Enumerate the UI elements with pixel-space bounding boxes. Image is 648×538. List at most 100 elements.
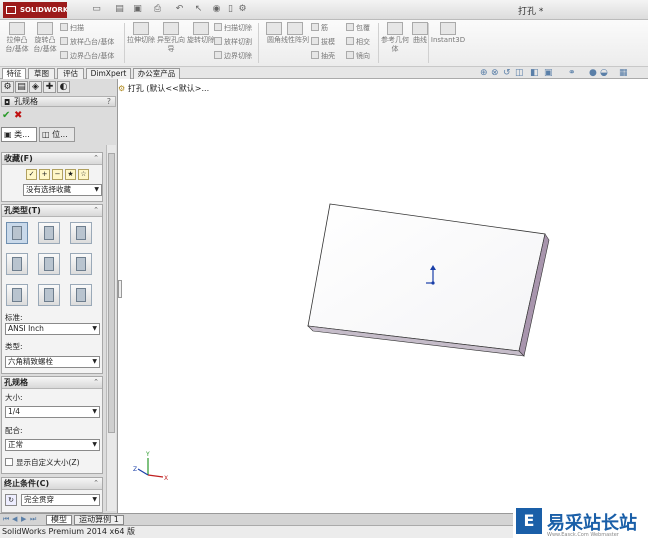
revolve-cut-button[interactable]: 旋转切除 — [186, 22, 216, 64]
save-favorite-icon[interactable]: ★ — [65, 169, 76, 180]
standard-select[interactable]: ANSI Inch ▼ — [5, 323, 100, 335]
extrude-boss-button[interactable]: 拉伸凸台/基体 — [2, 22, 32, 64]
boundary-cut-button[interactable]: 边界切除 — [214, 50, 252, 62]
collapse-icon[interactable]: ⌃ — [93, 205, 99, 216]
linear-pattern-button[interactable]: 线性阵列 — [280, 22, 310, 64]
options-icon[interactable]: ⚙ — [238, 4, 247, 15]
add-favorite-icon[interactable]: + — [39, 169, 50, 180]
tab-features[interactable]: 特征 — [2, 68, 26, 79]
select-icon[interactable]: ↖ — [194, 4, 203, 15]
zoom-to-area-icon[interactable]: ⊗ — [491, 69, 500, 78]
instant3d-button[interactable]: Instant3D — [430, 22, 466, 64]
counterbore-slot-button[interactable] — [6, 284, 28, 306]
first-tab-icon[interactable]: ⏮ — [3, 515, 11, 524]
view-settings-icon[interactable]: ▦ — [619, 69, 628, 78]
configuration-manager-tab[interactable]: ◈ — [29, 81, 42, 93]
extrude-cut-button[interactable]: 拉伸切除 — [126, 22, 156, 64]
panel-scrollbar[interactable] — [106, 145, 116, 511]
load-favorite-icon[interactable]: ☆ — [78, 169, 89, 180]
countersink-slot-button[interactable] — [38, 284, 60, 306]
favorite-default-icon[interactable]: ✓ — [26, 169, 37, 180]
tab-office-products[interactable]: 办公室产品 — [133, 68, 180, 79]
panel-splitter-handle[interactable] — [118, 280, 122, 298]
section-view-icon[interactable]: ◫ — [515, 69, 524, 78]
cancel-button[interactable]: ✖ — [14, 110, 22, 121]
previous-tab-icon[interactable]: ◀ — [12, 515, 20, 524]
solidworks-logo[interactable]: SOLIDWORKS — [3, 2, 67, 18]
delete-favorite-icon[interactable]: − — [52, 169, 63, 180]
hole-spec-group-header[interactable]: 孔规格 ⌃ — [2, 377, 102, 389]
collapse-icon[interactable]: ⌃ — [93, 153, 99, 164]
mirror-button[interactable]: 镜向 — [346, 50, 370, 62]
part-top-face[interactable] — [307, 203, 546, 352]
custom-size-checkbox[interactable] — [5, 458, 13, 466]
tab-motion-study[interactable]: 运动算例 1 — [74, 515, 124, 525]
zoom-to-fit-icon[interactable]: ⊕ — [480, 69, 489, 78]
last-tab-icon[interactable]: ⏭ — [30, 515, 38, 524]
tapered-tap-hole-button[interactable] — [38, 253, 60, 275]
reverse-direction-icon[interactable]: ↻ — [5, 494, 17, 506]
help-button[interactable]: ? — [107, 97, 111, 106]
size-select[interactable]: 1/4 ▼ — [5, 406, 100, 418]
hide-show-items-icon[interactable]: ⚭ — [568, 69, 577, 78]
lofted-cut-button[interactable]: 放样切割 — [214, 36, 252, 48]
swept-cut-button[interactable]: 扫描切除 — [214, 22, 252, 34]
property-manager-icon: ▤ — [17, 82, 26, 92]
view-orientation-icon[interactable]: ◧ — [530, 69, 539, 78]
previous-view-icon[interactable]: ↺ — [503, 69, 512, 78]
straight-tap-hole-button[interactable] — [6, 253, 28, 275]
edit-appearance-icon[interactable]: ● — [589, 69, 598, 78]
loft-button[interactable]: 放样凸台/基体 — [60, 36, 114, 48]
scrollbar-thumb[interactable] — [108, 153, 115, 433]
ok-button[interactable]: ✔ — [2, 110, 10, 121]
tab-dimxpert[interactable]: DimXpert — [86, 68, 131, 79]
countersink-hole-button[interactable] — [38, 222, 60, 244]
hole-type-group-header[interactable]: 孔类型(T) ⌃ — [2, 205, 102, 217]
file-properties-icon[interactable]: ▯ — [226, 4, 235, 15]
end-condition-select[interactable]: 完全贯穿 ▼ — [21, 494, 100, 506]
apply-scene-icon[interactable]: ◒ — [600, 69, 609, 78]
counterbore-hole-button[interactable] — [6, 222, 28, 244]
open-icon[interactable]: ▤ — [115, 4, 124, 15]
revolve-boss-button[interactable]: 旋转凸台/基体 — [30, 22, 60, 64]
save-icon[interactable]: ▣ — [133, 4, 142, 15]
collapse-icon[interactable]: ⌃ — [93, 478, 99, 489]
print-icon[interactable]: ⎙ — [153, 4, 162, 15]
feature-tree-icon: ⚙ — [3, 82, 12, 92]
display-style-icon[interactable]: ▣ — [544, 69, 553, 78]
part-model[interactable] — [307, 203, 550, 357]
collapse-icon[interactable]: ⌃ — [93, 377, 99, 388]
property-manager-tab[interactable]: ▤ — [15, 81, 28, 93]
next-tab-icon[interactable]: ▶ — [21, 515, 29, 524]
new-document-icon[interactable]: ▭ — [92, 4, 101, 15]
feature-manager-tab[interactable]: ⚙ — [1, 81, 14, 93]
simple-hole-button[interactable] — [70, 222, 92, 244]
slot-button[interactable] — [70, 284, 92, 306]
graphics-viewport[interactable]: Y X Z — [118, 80, 648, 513]
draft-button[interactable]: 拔模 — [311, 36, 335, 48]
fit-select[interactable]: 正常 ▼ — [5, 439, 100, 451]
legacy-hole-button[interactable] — [70, 253, 92, 275]
tab-evaluate[interactable]: 评估 — [57, 68, 84, 79]
end-condition-group-header[interactable]: 终止条件(C) ⌃ — [2, 478, 102, 490]
chevron-down-icon: ▼ — [92, 496, 97, 503]
intersect-button[interactable]: 相交 — [346, 36, 370, 48]
hole-wizard-button[interactable]: 异型孔向导 — [156, 22, 186, 64]
rib-button[interactable]: 筋 — [311, 22, 328, 34]
rebuild-icon[interactable]: ◉ — [212, 4, 221, 15]
favorites-group-header[interactable]: 收藏(F) ⌃ — [2, 153, 102, 165]
display-manager-tab[interactable]: ◐ — [57, 81, 70, 93]
wrap-button[interactable]: 包覆 — [346, 22, 370, 34]
favorites-select[interactable]: 没有选择收藏 ▼ — [23, 184, 102, 196]
undo-icon[interactable]: ↶ — [175, 4, 184, 15]
fastener-type-select[interactable]: 六角精致螺栓 ▼ — [5, 356, 100, 368]
loft-icon — [60, 37, 68, 45]
tab-positions[interactable]: ◫ 位... — [39, 127, 75, 142]
boundary-boss-button[interactable]: 边界凸台/基体 — [60, 50, 114, 62]
tab-model[interactable]: 模型 — [46, 515, 72, 525]
sweep-button[interactable]: 扫描 — [60, 22, 84, 34]
tab-sketch[interactable]: 草图 — [28, 68, 55, 79]
dimxpert-manager-tab[interactable]: ✚ — [43, 81, 56, 93]
tab-type[interactable]: ▣ 类... — [1, 127, 37, 142]
shell-button[interactable]: 抽壳 — [311, 50, 335, 62]
